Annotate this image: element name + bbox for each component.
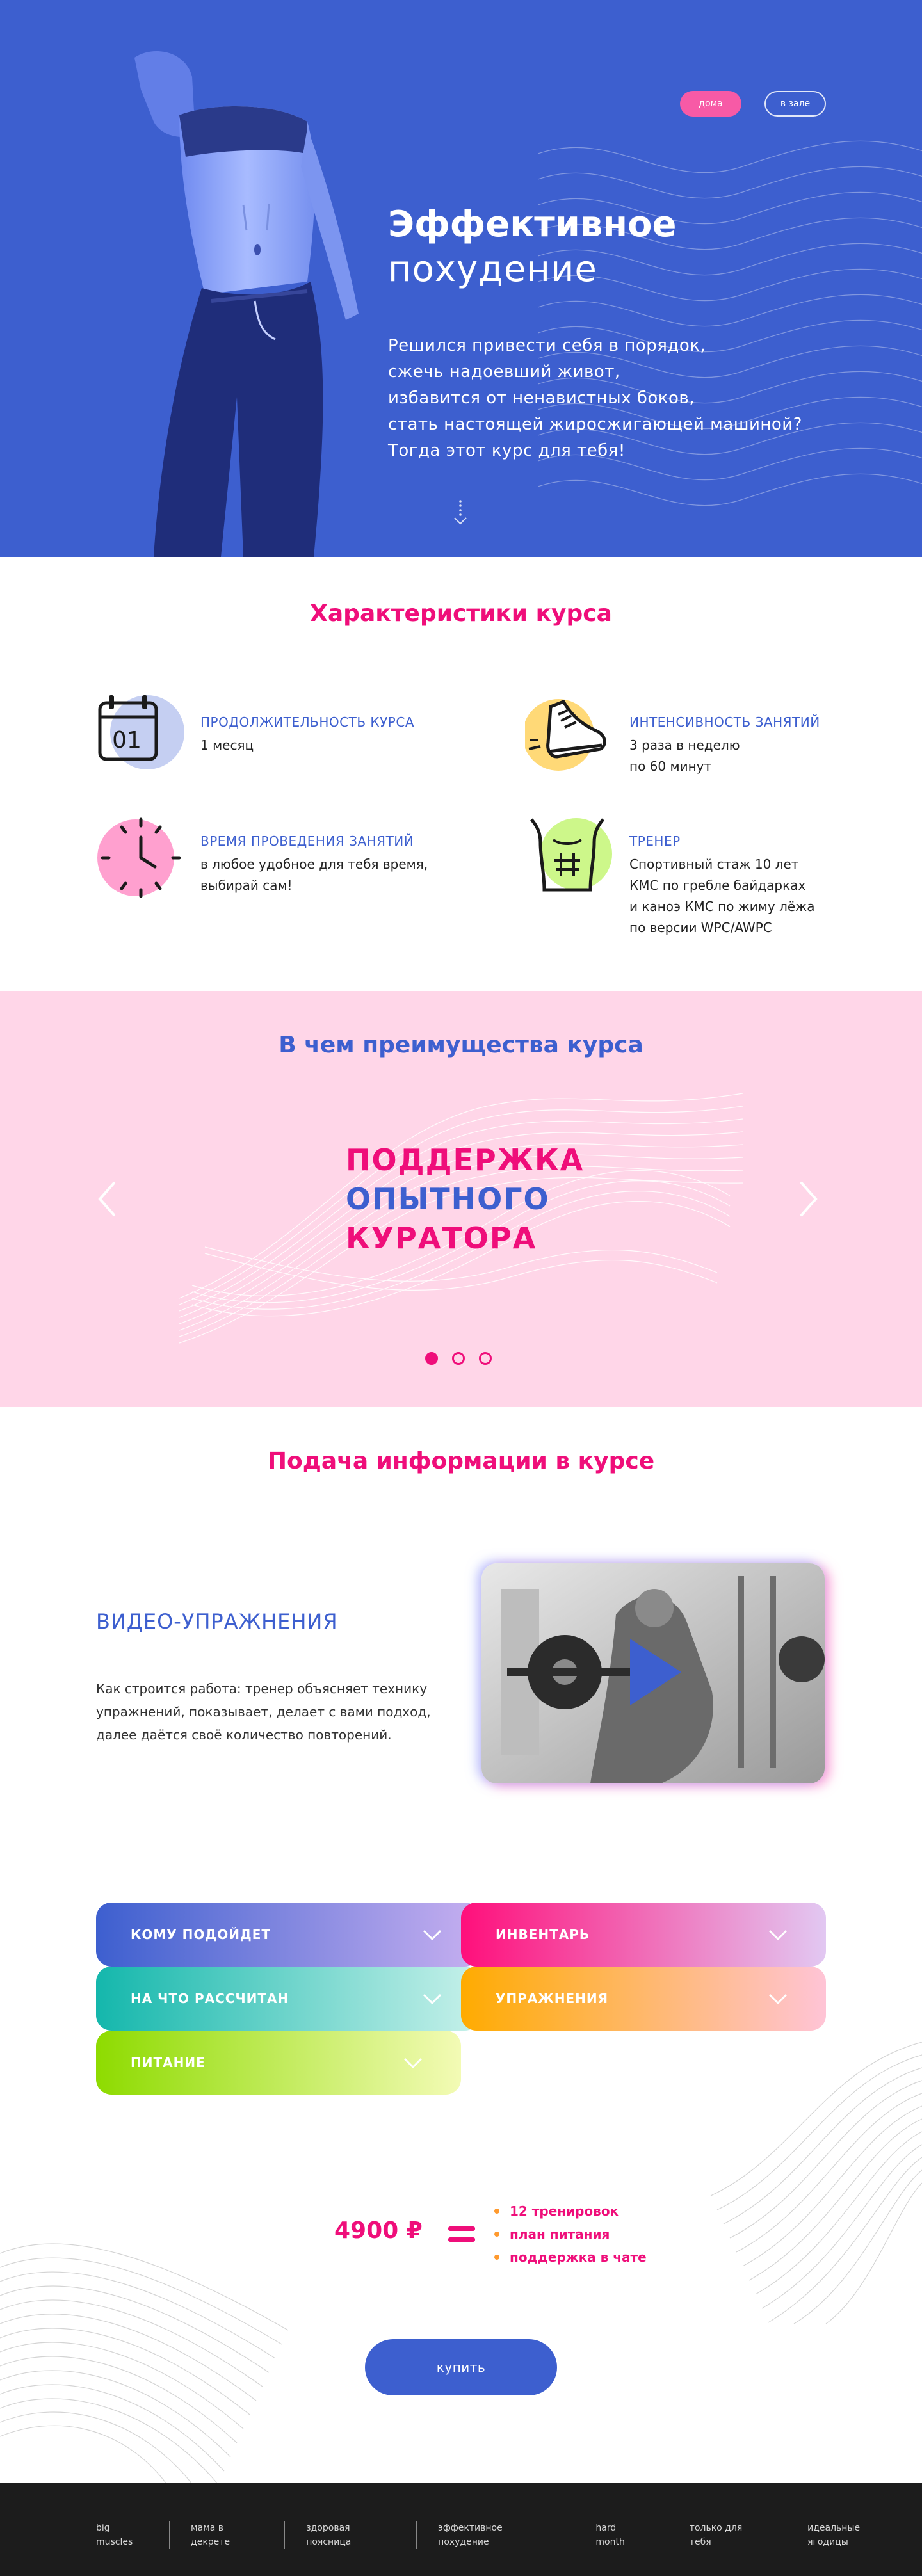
chevron-down-icon bbox=[423, 1929, 442, 1941]
wave-corner-pattern bbox=[0, 2243, 288, 2484]
gym-training-toggle[interactable]: в зале bbox=[764, 91, 826, 117]
list-item: поддержка в чате bbox=[494, 2246, 647, 2269]
list-item: 12 тренировок bbox=[494, 2200, 647, 2223]
feature-text: в любое удобное для тебя время, выбирай … bbox=[200, 854, 428, 896]
feature-line: по 60 минут bbox=[629, 759, 712, 774]
advantages-title: В чем преимущества курса bbox=[279, 1032, 643, 1058]
footer: big muscles мама в декрете здоровая пояс… bbox=[0, 2483, 922, 2576]
advantages-section: В чем преимущества курса ПОДДЕРЖКА ОПЫТН… bbox=[0, 991, 922, 1407]
feature-title: ИНТЕНСИВНОСТЬ ЗАНЯТИЙ bbox=[629, 714, 820, 730]
svg-text:01: 01 bbox=[112, 727, 142, 753]
accordion-label: ИНВЕНТАРЬ bbox=[496, 1927, 590, 1942]
feature-line: и каноэ КМС по жиму лёжа bbox=[629, 899, 815, 914]
hero-title-light: похудение bbox=[388, 248, 597, 290]
feature-line: 3 раза в неделю bbox=[629, 737, 740, 753]
accordion-exercises[interactable]: УПРАЖНЕНИЯ bbox=[461, 1967, 826, 2031]
footer-link[interactable]: hard month bbox=[574, 2521, 667, 2549]
slide-text: ПОДДЕРЖКА ОПЫТНОГО КУРАТОРА bbox=[346, 1141, 584, 1258]
chevron-down-icon bbox=[768, 1929, 788, 1941]
footer-nav: big muscles мама в декрете здоровая пояс… bbox=[96, 2521, 922, 2549]
hero-line: избавится от ненавистных боков, bbox=[388, 389, 695, 408]
feature-title: ТРЕНЕР bbox=[629, 833, 681, 849]
accordion-label: НА ЧТО РАССЧИТАН bbox=[131, 1991, 289, 2006]
footer-link[interactable]: big muscles bbox=[96, 2521, 169, 2549]
woman-figure-image bbox=[134, 51, 359, 557]
accordion-who-fits[interactable]: КОМУ ПОДОЙДЕТ bbox=[96, 1903, 480, 1967]
accordion-nutrition[interactable]: ПИТАНИЕ bbox=[96, 2031, 461, 2095]
delivery-title: Подача информации в курсе bbox=[267, 1448, 655, 1474]
scroll-down-icon[interactable] bbox=[451, 499, 470, 527]
include-label: план питания bbox=[510, 2226, 610, 2242]
video-player[interactable] bbox=[481, 1563, 825, 1783]
video-thumbnail-image bbox=[481, 1563, 825, 1783]
slider-dot[interactable] bbox=[452, 1352, 465, 1365]
slider-dots bbox=[425, 1352, 492, 1365]
equals-icon bbox=[448, 2226, 475, 2242]
slide-line: ПОДДЕРЖКА bbox=[346, 1143, 585, 1177]
feature-line: Спортивный стаж 10 лет bbox=[629, 857, 799, 872]
hero-description: Решился привести себя в порядок, сжечь н… bbox=[388, 333, 802, 464]
wave-corner-pattern bbox=[710, 2042, 922, 2324]
buy-button[interactable]: купить bbox=[365, 2339, 557, 2395]
feature-line: по версии WPC/AWPC bbox=[629, 920, 772, 935]
footer-link[interactable]: только для тебя bbox=[667, 2521, 786, 2549]
slide-line: ОПЫТНОГО bbox=[346, 1182, 550, 1216]
slider-next-icon[interactable] bbox=[791, 1177, 823, 1221]
include-label: поддержка в чате bbox=[510, 2250, 647, 2265]
price-value: 4900 ₽ bbox=[334, 2218, 423, 2244]
chevron-down-icon bbox=[403, 2057, 423, 2069]
slide-line: КУРАТОРА bbox=[346, 1221, 537, 1255]
feature-line: в любое удобное для тебя время, bbox=[200, 857, 428, 872]
feature-text: 1 месяц bbox=[200, 735, 254, 756]
list-item: план питания bbox=[494, 2223, 647, 2246]
hero-line: сжечь надоевший живот, bbox=[388, 362, 620, 382]
video-description: Как строится работа: тренер объясняет те… bbox=[96, 1681, 431, 1743]
hero-line: стать настоящей жиросжигающей машиной? bbox=[388, 415, 802, 434]
accordion-label: КОМУ ПОДОЙДЕТ bbox=[131, 1927, 271, 1942]
feature-line: 1 месяц bbox=[200, 737, 254, 753]
characteristics-title: Характеристики курса bbox=[310, 600, 612, 627]
sneaker-icon bbox=[525, 699, 606, 771]
feature-title: ВРЕМЯ ПРОВЕДЕНИЯ ЗАНЯТИЙ bbox=[200, 833, 414, 849]
footer-link[interactable]: мама в декрете bbox=[169, 2521, 284, 2549]
accordion-equipment[interactable]: ИНВЕНТАРЬ bbox=[461, 1903, 826, 1967]
footer-link[interactable]: эффективное похудение bbox=[416, 2521, 574, 2549]
slider-prev-icon[interactable] bbox=[92, 1177, 124, 1221]
home-training-toggle[interactable]: дома bbox=[680, 91, 741, 117]
feature-line: КМС по гребле байдарках bbox=[629, 878, 806, 893]
hero-title: Эффективное похудение bbox=[388, 202, 677, 292]
slider-dot[interactable] bbox=[425, 1352, 438, 1365]
accordion-label: ПИТАНИЕ bbox=[131, 2055, 206, 2070]
feature-text: 3 раза в неделю по 60 минут bbox=[629, 735, 740, 777]
clock-icon bbox=[97, 817, 181, 898]
feature-text: Спортивный стаж 10 лет КМС по гребле бай… bbox=[629, 854, 814, 938]
footer-link[interactable]: здоровая поясница bbox=[284, 2521, 416, 2549]
hero-section: дома в зале Эффективное похудение Решилс… bbox=[0, 0, 922, 557]
accordion-label: УПРАЖНЕНИЯ bbox=[496, 1991, 609, 2006]
video-section-title: ВИДЕО-УПРАЖНЕНИЯ bbox=[96, 1609, 338, 1634]
chevron-down-icon bbox=[768, 1993, 788, 2005]
hero-line: Тогда этот курс для тебя! bbox=[388, 441, 626, 460]
feature-title: ПРОДОЛЖИТЕЛЬНОСТЬ КУРСА bbox=[200, 714, 414, 730]
slider-dot[interactable] bbox=[479, 1352, 492, 1365]
torso-icon bbox=[530, 818, 612, 892]
include-label: 12 тренировок bbox=[510, 2203, 619, 2219]
footer-link[interactable]: идеальные ягодицы bbox=[786, 2521, 922, 2549]
calendar-icon: 01 bbox=[98, 695, 184, 769]
feature-line: выбирай сам! bbox=[200, 878, 293, 893]
price-includes-list: 12 тренировок план питания поддержка в ч… bbox=[494, 2200, 647, 2269]
accordion-designed-for[interactable]: НА ЧТО РАССЧИТАН bbox=[96, 1967, 480, 2031]
hero-title-bold: Эффективное bbox=[388, 204, 677, 245]
chevron-down-icon bbox=[423, 1993, 442, 2005]
hero-line: Решился привести себя в порядок, bbox=[388, 336, 706, 355]
